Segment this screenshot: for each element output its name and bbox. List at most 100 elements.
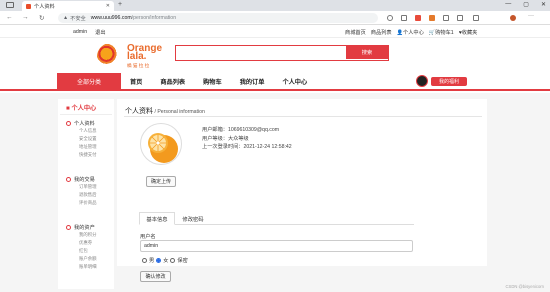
sidebar-group-title: 我的资产 (66, 224, 112, 231)
sidebar-item-bills[interactable]: 账单明细 (79, 263, 112, 271)
sidebar-group-trades: 我的交易 订单管理 退款售后 评价商品 (66, 176, 112, 207)
sidebar-item-address[interactable]: 地址管理 (79, 143, 112, 151)
tab-basic-info[interactable]: 基本信息 (139, 212, 175, 225)
favorites-icon[interactable] (443, 15, 449, 21)
username-link[interactable]: admin (73, 29, 87, 36)
nav-links: 首页 商品列表 购物车 我的订单 个人中心 (130, 77, 325, 86)
sidebar-item-balance[interactable]: 账户余额 (79, 255, 112, 263)
tab-change-password[interactable]: 修改密码 (175, 212, 211, 225)
user-links: admin 退出 (73, 29, 106, 36)
nav-personal-center[interactable]: 个人中心 (282, 77, 307, 86)
gender-female-label: 女 (163, 258, 169, 264)
logout-link[interactable]: 退出 (95, 29, 105, 36)
confirm-edit-button[interactable]: 确认修改 (140, 271, 171, 282)
sidebar-title-label: 个人中心 (71, 105, 97, 112)
last-login-time: 上一次登录时间：2021-12-24 12:58:42 (202, 144, 292, 151)
sidebar-group-assets: 我的资产 我的积分 优惠券 红包 账户余额 账单明细 (66, 224, 112, 271)
sidebar-group-title: 个人资料 (66, 120, 112, 127)
sidebar: ■ 个人中心 个人资料 个人信息 安全设置 地址管理 快捷支付 我的交易 订单管… (58, 99, 114, 289)
all-categories-button[interactable]: 全部分类 (57, 73, 121, 89)
more-menu-icon[interactable]: ··· (528, 13, 534, 19)
personal-center-link-label: 个人中心 (403, 30, 424, 36)
sidebar-item-personal-info[interactable]: 个人信息 (79, 127, 112, 135)
read-aloud-icon[interactable] (387, 15, 393, 21)
favorites-link-label: 收藏夹 (461, 30, 478, 36)
gender-radio-group: 男 女 保密 (142, 257, 188, 264)
search-button[interactable]: 搜索 (346, 46, 388, 59)
username-label: 用户名 (140, 234, 156, 240)
profile-avatar-icon[interactable] (510, 15, 516, 21)
page-title: 个人资料 / Personal information (125, 106, 205, 116)
confirm-upload-button[interactable]: 确定上传 (146, 176, 176, 187)
back-icon[interactable]: ← (6, 14, 13, 21)
main-navigation: 全部分类 首页 商品列表 购物车 我的订单 个人中心 我的福利 (0, 73, 550, 91)
sidebar-item-refunds[interactable]: 退款售后 (79, 191, 112, 199)
cart-link-label: 购物车1 (435, 30, 454, 36)
search-bar: 搜索 (175, 45, 389, 61)
sidebar-group-title-label: 我的交易 (74, 177, 95, 183)
nav-product-list[interactable]: 商品列表 (160, 77, 185, 86)
browser-toolbar: ← → ↻ ▲ 不安全 www.uuu996.com /person/infor… (0, 11, 550, 25)
gender-male-radio[interactable] (142, 258, 147, 263)
sidebar-group-profile: 个人资料 个人信息 安全设置 地址管理 快捷支付 (66, 120, 112, 159)
favicon-icon (26, 3, 31, 9)
watermark-text: CSDN @bisyenicorn (505, 284, 544, 289)
collections-icon[interactable] (457, 15, 463, 21)
browser-tab[interactable]: 个人资料 ✕ (22, 1, 114, 11)
sidebar-title: ■ 个人中心 (66, 105, 97, 112)
user-avatar[interactable] (416, 75, 428, 87)
url-path: /person/information (131, 15, 177, 21)
user-level: 用户等级：大众等级 (202, 135, 249, 142)
warning-icon: ▲ (63, 15, 69, 21)
address-bar[interactable]: ▲ 不安全 www.uuu996.com /person/information (58, 13, 378, 23)
extension-orange-icon[interactable] (429, 15, 435, 21)
sidebar-item-red-packets[interactable]: 红包 (79, 247, 112, 255)
sidebar-group-title-label: 我的资产 (74, 225, 95, 231)
insecure-label: 不安全 (70, 15, 86, 22)
site-links: 商城首页 商品列表 👤个人中心 🛒购物车1 ♥收藏夹 (345, 29, 477, 36)
title-divider (124, 116, 482, 117)
user-info: 用户邮箱：1069610309@qq.com 用户等级：大众等级 上一次登录时间… (202, 126, 292, 152)
sidebar-item-quick-pay[interactable]: 快捷支付 (79, 151, 112, 159)
sidebar-item-coupons[interactable]: 优惠券 (79, 239, 112, 247)
tab-actions-icon[interactable] (6, 2, 14, 8)
sidebar-item-points[interactable]: 我的积分 (79, 231, 112, 239)
extension-icon[interactable] (401, 15, 407, 21)
nav-my-orders[interactable]: 我的订单 (240, 77, 265, 86)
favorites-link[interactable]: ♥收藏夹 (459, 29, 478, 36)
profile-avatar (140, 123, 182, 165)
site-topbar: admin 退出 商城首页 商品列表 👤个人中心 🛒购物车1 ♥收藏夹 (0, 25, 550, 38)
nav-home[interactable]: 首页 (130, 77, 142, 86)
logo-subtitle: 橘 猫 拉 拉 (127, 63, 150, 68)
downloads-icon[interactable] (473, 15, 479, 21)
new-tab-button[interactable]: + (118, 1, 122, 8)
sidebar-item-reviews[interactable]: 评价商品 (79, 199, 112, 207)
forward-icon[interactable]: → (22, 14, 29, 21)
home-link[interactable]: 商城首页 (345, 29, 366, 36)
reload-icon[interactable]: ↻ (39, 14, 44, 22)
extension-red-icon[interactable] (415, 15, 421, 21)
my-welfare-button[interactable]: 我的福利 (431, 76, 468, 86)
browser-tab-title: 个人资料 (34, 3, 55, 10)
personal-center-link[interactable]: 👤个人中心 (397, 29, 424, 36)
nav-cart[interactable]: 购物车 (203, 77, 222, 86)
trade-icon (66, 177, 71, 182)
maximize-button[interactable]: ▢ (523, 1, 529, 8)
product-list-link[interactable]: 商品列表 (371, 29, 392, 36)
gender-secret-radio[interactable] (170, 258, 176, 263)
orange-image-icon (148, 133, 178, 163)
profile-tabs: 基本信息 修改密码 (139, 212, 414, 225)
close-window-button[interactable]: ✕ (541, 1, 546, 8)
sidebar-item-security[interactable]: 安全设置 (79, 135, 112, 143)
logo-name: Orange lala. (127, 43, 163, 62)
close-tab-icon[interactable]: ✕ (106, 3, 110, 9)
gender-female-radio[interactable] (156, 258, 162, 263)
cart-link[interactable]: 🛒购物车1 (429, 29, 454, 36)
minimize-button[interactable]: — (505, 1, 511, 8)
sidebar-group-title: 我的交易 (66, 176, 112, 183)
sidebar-item-orders[interactable]: 订单管理 (79, 183, 112, 191)
username-field[interactable]: admin (140, 240, 413, 252)
page-title-zh: 个人资料 (125, 108, 153, 115)
search-input[interactable] (178, 47, 344, 58)
gender-secret-label: 保密 (177, 258, 188, 264)
